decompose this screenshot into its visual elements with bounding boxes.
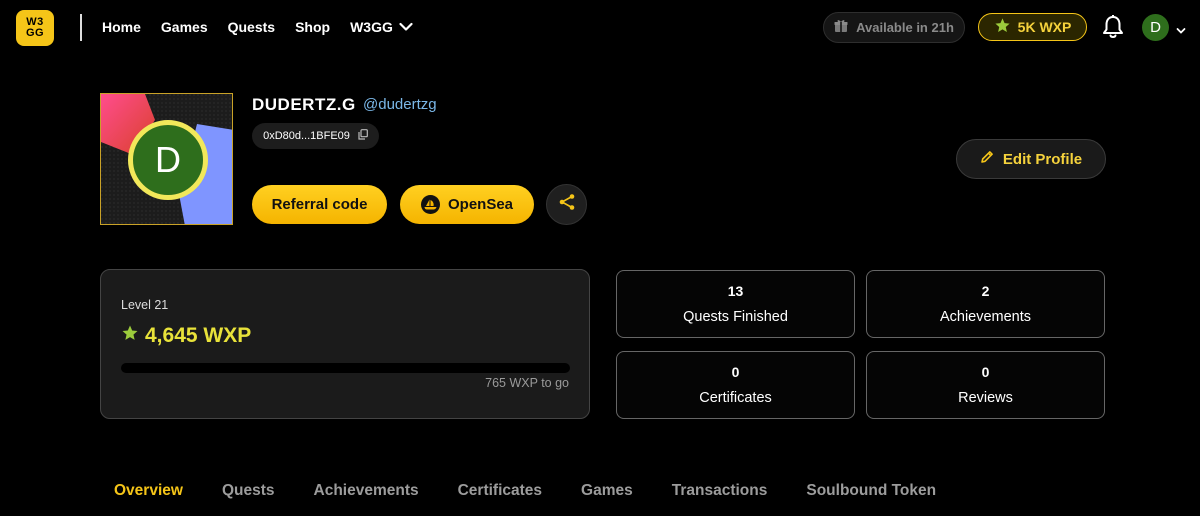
opensea-button[interactable]: OpenSea	[400, 185, 534, 224]
stat-quests-finished[interactable]: 13 Quests Finished	[616, 270, 855, 338]
stat-label: Certificates	[699, 390, 772, 406]
tab-quests[interactable]: Quests	[222, 482, 275, 500]
available-label: Available in 21h	[856, 20, 954, 35]
tab-certificates[interactable]: Certificates	[458, 482, 542, 500]
share-button[interactable]	[546, 184, 587, 225]
level-wxp-value: 4,645 WXP	[145, 324, 252, 347]
stat-value: 13	[727, 283, 744, 299]
nav-shop[interactable]: Shop	[295, 19, 330, 35]
main-nav: Home Games Quests Shop W3GG	[102, 0, 413, 54]
chevron-down-icon[interactable]	[1176, 22, 1186, 40]
nav-w3gg-dropdown[interactable]: W3GG	[350, 19, 413, 35]
w3gg-logo[interactable]: W3 GG	[16, 10, 54, 46]
stat-value: 0	[731, 364, 740, 380]
tab-games[interactable]: Games	[581, 482, 633, 500]
referral-code-label: Referral code	[271, 196, 368, 213]
tab-transactions[interactable]: Transactions	[672, 482, 768, 500]
edit-profile-label: Edit Profile	[1002, 150, 1083, 168]
profile-display-name: DUDERTZ.G	[252, 95, 356, 114]
opensea-label: OpenSea	[447, 196, 514, 213]
tab-achievements[interactable]: Achievements	[314, 482, 419, 500]
daily-reward-button[interactable]: Available in 21h	[823, 12, 965, 43]
stat-label: Reviews	[958, 390, 1013, 406]
nav-quests[interactable]: Quests	[228, 19, 275, 35]
star-icon	[994, 17, 1011, 37]
stat-value: 0	[981, 364, 990, 380]
profile-banner-image: D	[100, 93, 233, 225]
stat-reviews[interactable]: 0 Reviews	[866, 351, 1105, 419]
nav-home[interactable]: Home	[102, 19, 141, 35]
pencil-icon	[980, 150, 994, 168]
tab-overview[interactable]: Overview	[114, 482, 183, 500]
logo-text-bottom: GG	[25, 27, 45, 39]
header-divider	[80, 14, 82, 41]
wallet-address-chip[interactable]: 0xD80d...1BFE09	[252, 123, 379, 149]
chevron-down-icon	[399, 22, 413, 32]
wxp-balance-pill[interactable]: 5K WXP	[978, 13, 1087, 41]
wxp-to-go: 765 WXP to go	[485, 376, 569, 390]
opensea-icon	[420, 195, 440, 214]
star-icon	[121, 324, 139, 348]
profile-tabs: Overview Quests Achievements Certificate…	[114, 482, 936, 500]
edit-profile-button[interactable]: Edit Profile	[956, 139, 1106, 179]
stat-certificates[interactable]: 0 Certificates	[616, 351, 855, 419]
stat-label: Achievements	[939, 309, 1032, 325]
level-progress-bar	[121, 363, 570, 373]
tab-soulbound-token[interactable]: Soulbound Token	[806, 482, 936, 500]
stat-achievements[interactable]: 2 Achievements	[866, 270, 1105, 338]
nav-games[interactable]: Games	[161, 19, 208, 35]
wxp-balance-label: 5K WXP	[1017, 19, 1072, 35]
level-wxp: 4,645 WXP	[121, 324, 251, 348]
nav-w3gg-label: W3GG	[350, 19, 393, 35]
stat-label: Quests Finished	[683, 309, 788, 325]
stat-value: 2	[981, 283, 990, 299]
profile-avatar: D	[128, 120, 208, 200]
user-avatar[interactable]: D	[1142, 14, 1169, 41]
copy-icon[interactable]	[358, 129, 368, 143]
level-card: Level 21 4,645 WXP 765 WXP to go	[100, 269, 590, 419]
gift-icon	[834, 19, 848, 36]
level-label: Level 21	[121, 298, 169, 312]
wallet-address: 0xD80d...1BFE09	[263, 130, 350, 142]
share-icon	[558, 193, 576, 216]
bell-icon[interactable]	[1101, 14, 1125, 40]
referral-code-button[interactable]: Referral code	[252, 185, 387, 224]
profile-handle: @dudertzg	[363, 96, 437, 113]
